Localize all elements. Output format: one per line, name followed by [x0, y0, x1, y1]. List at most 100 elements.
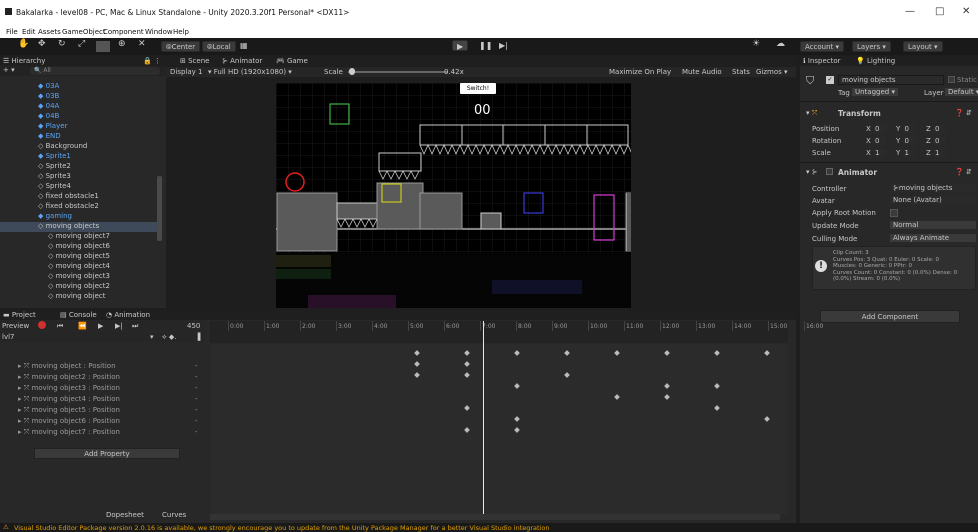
next-key-icon[interactable]: ▶| [115, 322, 123, 330]
keyframe[interactable] [714, 383, 720, 389]
tab-inspector[interactable]: ℹ Inspector [803, 57, 841, 65]
cloud-icon[interactable]: ☁ [776, 39, 785, 50]
keyframe[interactable] [564, 372, 570, 378]
hierarchy-item[interactable]: ◇ Sprite4 [0, 182, 158, 192]
avatar-field[interactable]: None (Avatar) [890, 196, 976, 204]
menu-window[interactable]: Window [145, 28, 173, 36]
add-keyframe-icon[interactable]: ⟡ ◆. [162, 333, 176, 342]
tag-dropdown[interactable]: Untagged ▾ [852, 88, 898, 96]
clip-dropdown[interactable]: lvl7 [2, 333, 15, 341]
layers-dropdown[interactable]: Layers ▾ [852, 41, 891, 52]
account-dropdown[interactable]: Account ▾ [800, 41, 845, 52]
animator-foldout[interactable]: ▾ ⊱ [806, 168, 818, 176]
scale-slider-handle[interactable] [349, 68, 355, 75]
transform-scl-z-field[interactable]: Z 1 [926, 149, 946, 157]
animator-enabled-checkbox[interactable] [826, 168, 833, 175]
close-button[interactable]: ✕ [962, 6, 970, 17]
record-icon[interactable] [38, 321, 46, 329]
hierarchy-item[interactable]: ◇ moving object7 [0, 232, 158, 242]
maximize-on-play-toggle[interactable]: Maximize On Play [609, 68, 671, 76]
playhead[interactable] [483, 321, 484, 514]
layer-dropdown[interactable]: Default ▾ [945, 88, 978, 96]
keyframe[interactable] [764, 416, 770, 422]
controller-field[interactable]: ⊱moving objects [890, 184, 976, 192]
hierarchy-item[interactable]: ◇ Sprite3 [0, 172, 158, 182]
tab-console[interactable]: ▤ Console [60, 311, 97, 319]
tab-animator[interactable]: ⊱ Animator [222, 57, 262, 65]
collab-icon[interactable]: ☀ [752, 39, 760, 50]
transform-rot-x-field[interactable]: X 0 [866, 137, 886, 145]
transform-scl-x-field[interactable]: X 1 [866, 149, 886, 157]
first-key-icon[interactable]: ⏮ [57, 322, 63, 331]
transform-rot-z-field[interactable]: Z 0 [926, 137, 946, 145]
hierarchy-item[interactable]: ◆ 03B [0, 92, 158, 102]
frame-field[interactable]: 450 [187, 322, 200, 330]
animation-property-row[interactable]: ▸ ⤧ moving object4 : Position - [0, 395, 230, 405]
keyframe[interactable] [514, 416, 520, 422]
animation-property-row[interactable]: ▸ ⤧ moving object7 : Position - [0, 428, 230, 438]
pivot-local-button[interactable]: ⦾Local [202, 41, 236, 52]
hierarchy-item[interactable]: ◇ fixed obstacle2 [0, 202, 158, 212]
hierarchy-item[interactable]: ◇ moving object4 [0, 262, 158, 272]
scale-slider[interactable] [348, 71, 448, 73]
summary-keyframe[interactable] [514, 350, 520, 356]
pause-button[interactable]: ❚❚ [479, 41, 492, 52]
root-motion-checkbox[interactable] [890, 209, 898, 217]
animator-settings-icon[interactable]: ❓ ⇵ [955, 168, 972, 176]
menu-assets[interactable]: Assets [38, 28, 61, 36]
pivot-center-button[interactable]: ⦾Center [161, 41, 201, 52]
curves-tab[interactable]: Curves [162, 511, 186, 519]
status-message[interactable]: Visual Studio Editor Package version 2.0… [14, 524, 549, 532]
play-button[interactable]: ▶ [452, 40, 469, 51]
menu-gameobject[interactable]: GameObject [62, 28, 106, 36]
summary-keyframe[interactable] [664, 350, 670, 356]
hierarchy-item[interactable]: ◇ Sprite2 [0, 162, 158, 172]
keyframe[interactable] [514, 383, 520, 389]
add-component-button[interactable]: Add Component [820, 310, 960, 323]
keyframe[interactable] [614, 394, 620, 400]
object-name-field[interactable]: moving objects [838, 75, 944, 85]
tab-hierarchy[interactable]: ☰ Hierarchy [3, 57, 45, 65]
clip-dropdown-arrow[interactable]: ▾ [150, 333, 154, 341]
step-button[interactable]: ▶| [499, 41, 508, 52]
timeline-scrollbar[interactable] [210, 514, 780, 520]
gizmos-dropdown[interactable]: Gizmos ▾ [756, 68, 788, 76]
tab-game[interactable]: 🎮 Game [276, 57, 308, 65]
keyframe[interactable] [464, 405, 470, 411]
menu-help[interactable]: Help [173, 28, 189, 36]
game-viewport[interactable] [276, 83, 631, 308]
animation-property-row[interactable]: ▸ ⤧ moving object2 : Position - [0, 373, 230, 383]
transform-pos-z-field[interactable]: Z 0 [926, 125, 946, 133]
animation-property-row[interactable]: ▸ ⤧ moving object : Position - [0, 362, 230, 372]
keyframe[interactable] [664, 383, 670, 389]
scale-tool-icon[interactable]: ⤢ [78, 39, 85, 50]
hierarchy-item[interactable]: ◆ Sprite1 [0, 152, 158, 162]
add-event-icon[interactable]: ▐ [195, 333, 200, 341]
hierarchy-item[interactable]: ◆ 03A [0, 82, 158, 92]
summary-keyframe[interactable] [414, 350, 420, 356]
animation-property-row[interactable]: ▸ ⤧ moving object6 : Position - [0, 417, 230, 427]
hierarchy-item[interactable]: ◇ moving object6 [0, 242, 158, 252]
hierarchy-item[interactable]: ◇ moving objects [0, 222, 158, 232]
layout-dropdown[interactable]: Layout ▾ [903, 41, 943, 52]
hierarchy-item[interactable]: ◇ fixed obstacle1 [0, 192, 158, 202]
display-dropdown[interactable]: Display 1 [170, 68, 202, 76]
keyframe[interactable] [414, 361, 420, 367]
hierarchy-item[interactable]: ◇ moving object3 [0, 272, 158, 282]
add-icon[interactable]: + ▾ [3, 66, 15, 74]
hierarchy-item[interactable]: ◆ Player [0, 122, 158, 132]
rotate-tool-icon[interactable]: ↻ [58, 39, 66, 50]
active-checkbox[interactable]: ✓ [826, 76, 834, 84]
move-tool-icon[interactable]: ✥ [38, 39, 46, 50]
summary-keyframe[interactable] [464, 350, 470, 356]
keyframe[interactable] [464, 427, 470, 433]
stats-toggle[interactable]: Stats [732, 68, 750, 76]
keyframe[interactable] [464, 361, 470, 367]
animation-property-row[interactable]: ▸ ⤧ moving object3 : Position - [0, 384, 230, 394]
menu-edit[interactable]: Edit [22, 28, 36, 36]
summary-keyframe[interactable] [714, 350, 720, 356]
hierarchy-item[interactable]: ◆ 04B [0, 112, 158, 122]
last-key-icon[interactable]: ⏭ [132, 322, 138, 331]
hierarchy-item[interactable]: ◇ moving object2 [0, 282, 158, 292]
transform-rot-y-field[interactable]: Y 0 [896, 137, 915, 145]
